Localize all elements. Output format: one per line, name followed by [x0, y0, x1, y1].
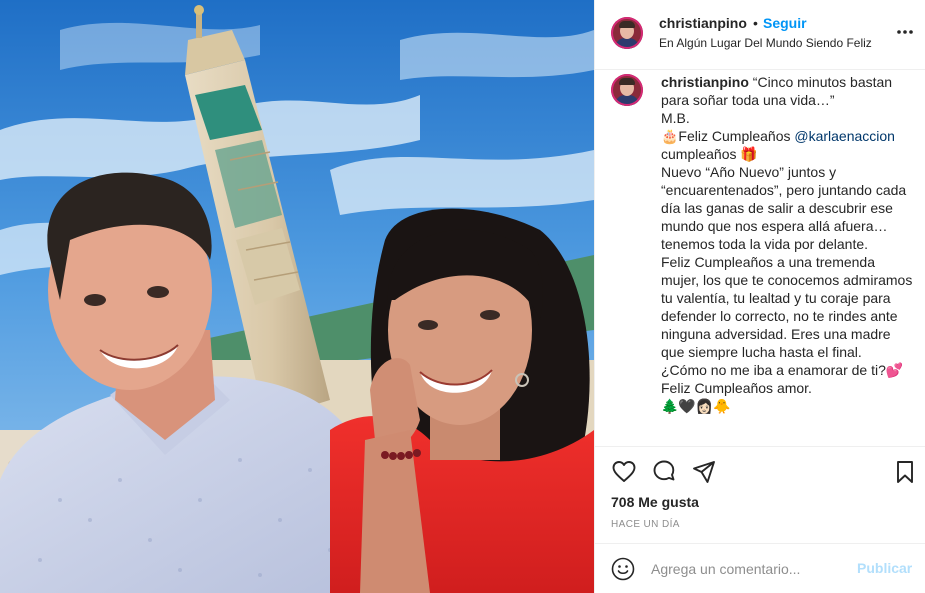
caption-line-5: Feliz Cumpleaños a una tremenda mujer, l… [661, 254, 913, 360]
caption-avatar[interactable] [611, 74, 643, 106]
location-link[interactable]: En Algún Lugar Del Mundo Siendo Feliz [659, 36, 872, 50]
comment-bar: Publicar [595, 543, 925, 593]
post-side-panel: christianpino • Seguir En Algún Lugar De… [594, 0, 925, 593]
post-date[interactable]: HACE UN DÍA [611, 519, 680, 530]
caption-line-8: 🌲🖤👩🏻🐥 [661, 398, 731, 414]
more-horizontal-icon [897, 30, 913, 34]
smiley-icon [611, 557, 635, 581]
caption-line-3-post: cumpleaños 🎁 [661, 146, 758, 162]
emoji-button[interactable] [611, 557, 635, 581]
post-actions: 708 Me gusta HACE UN DÍA Publicar [595, 446, 925, 593]
paper-plane-icon [693, 461, 715, 483]
bookmark-icon [897, 461, 913, 483]
comment-icon [653, 460, 675, 481]
header-username[interactable]: christianpino [659, 15, 747, 31]
caption-username[interactable]: christianpino [661, 74, 749, 90]
caption-area: christianpino “Cinco minutos bastan para… [595, 70, 925, 446]
post-header: christianpino • Seguir En Algún Lugar De… [595, 0, 925, 70]
share-button[interactable] [691, 459, 717, 485]
mention-link[interactable]: @karlaenaccion [794, 128, 895, 144]
caption-line-6: ¿Cómo no me iba a enamorar de ti?💕 [661, 362, 904, 378]
likes-count[interactable]: 708 Me gusta [611, 494, 699, 510]
follow-button[interactable]: Seguir [763, 15, 807, 31]
header-separator: • [753, 15, 758, 31]
publish-button[interactable]: Publicar [857, 560, 912, 576]
like-button[interactable] [611, 459, 637, 485]
more-options-button[interactable] [895, 22, 915, 42]
post-photo-image [0, 0, 594, 593]
avatar[interactable] [611, 17, 643, 49]
save-button[interactable] [892, 459, 918, 485]
post-photo[interactable] [0, 0, 594, 593]
heart-icon [612, 461, 636, 482]
caption-line-7: Feliz Cumpleaños amor. [661, 380, 812, 396]
comment-input[interactable] [651, 557, 851, 581]
caption-text: christianpino “Cinco minutos bastan para… [661, 73, 913, 415]
caption-line-3-pre: 🎂Feliz Cumpleaños [661, 128, 795, 144]
comment-button[interactable] [651, 459, 677, 485]
caption-line-4: Nuevo “Año Nuevo” juntos y “encuarentena… [661, 164, 907, 252]
caption-line-2: M.B. [661, 110, 690, 126]
